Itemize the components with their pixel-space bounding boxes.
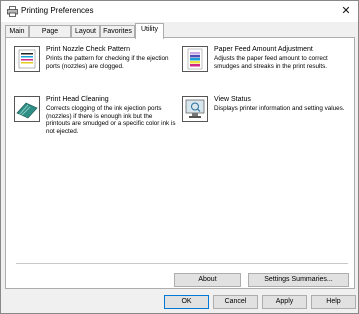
window-title: Printing Preferences [21,6,94,15]
view-status-description: Displays printer information and setting… [214,105,345,112]
nozzle-check-pattern-icon [14,46,40,72]
apply-button[interactable]: Apply [262,295,307,309]
cancel-button[interactable]: Cancel [213,295,258,309]
printing-preferences-window: Printing Preferences ✕ Main Page Setup L… [0,0,359,314]
tab-utility[interactable]: Utility [135,23,164,39]
nozzle-check-item[interactable]: Print Nozzle Check Pattern Prints the pa… [14,46,179,96]
title-bar: Printing Preferences ✕ [1,1,358,22]
nozzle-check-description: Prints the pattern for checking if the e… [46,55,169,70]
ok-button[interactable]: OK [164,295,209,309]
head-cleaning-description: Corrects clogging of the ink ejection po… [46,105,176,136]
head-cleaning-title: Print Head Cleaning [46,96,109,103]
panel-divider [16,263,348,264]
head-cleaning-item[interactable]: Print Head Cleaning Corrects clogging of… [14,96,179,156]
printer-icon [7,6,18,17]
paper-feed-item[interactable]: Paper Feed Amount Adjustment Adjusts the… [182,46,352,96]
paper-feed-description: Adjusts the paper feed amount to correct… [214,55,328,70]
nozzle-check-title: Print Nozzle Check Pattern [46,46,131,53]
paper-feed-title: Paper Feed Amount Adjustment [214,46,313,53]
utility-panel: Print Nozzle Check Pattern Prints the pa… [5,37,355,289]
settings-summaries-button[interactable]: Settings Summaries... [248,273,349,287]
about-button[interactable]: About [174,273,241,287]
help-button[interactable]: Help [311,295,356,309]
view-status-title: View Status [214,96,251,103]
paper-feed-adjustment-icon [182,46,208,72]
close-icon[interactable]: ✕ [338,3,354,19]
print-head-cleaning-icon [14,96,40,122]
view-status-icon [182,96,208,122]
view-status-item[interactable]: View Status Displays printer information… [182,96,352,146]
